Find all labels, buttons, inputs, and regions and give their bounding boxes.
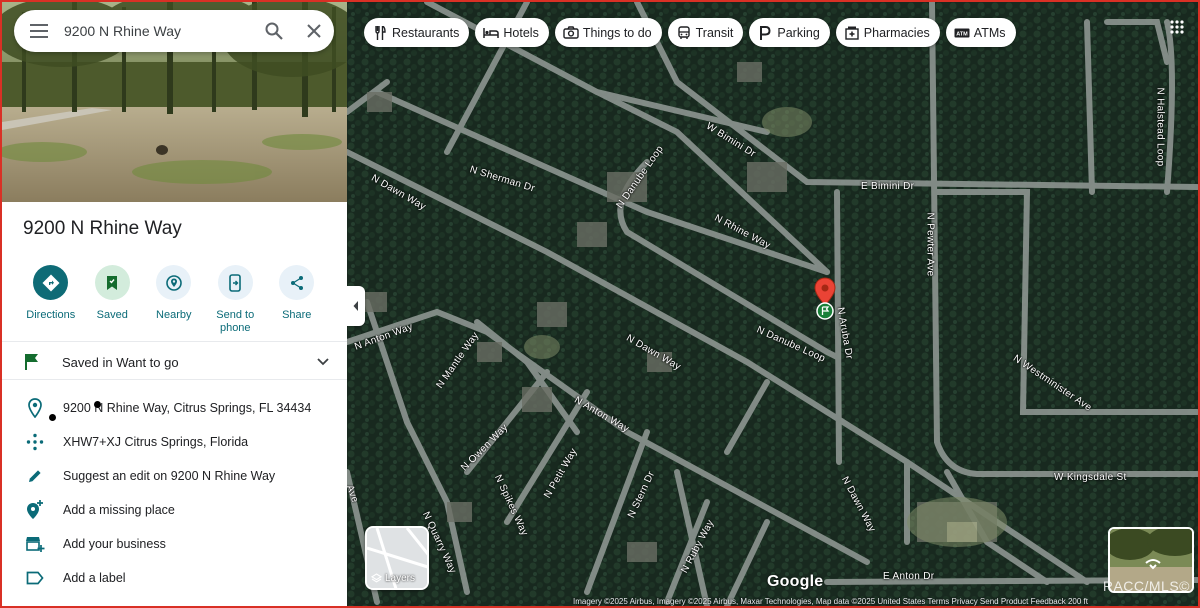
location-pin-icon [24,397,46,419]
annotation-dot [49,414,56,421]
chip-parking[interactable]: Parking [749,18,830,47]
pharmacy-icon [844,25,860,41]
close-icon[interactable] [294,10,334,52]
google-logo: Google [767,573,824,590]
send-to-phone-button[interactable]: Send to phone [205,265,267,335]
parking-icon [757,25,773,41]
label-icon [24,567,46,589]
add-business-icon [24,533,46,555]
satellite-map[interactable]: N Sherman Dr N Dawn Way N Dawn Way N Daw… [347,2,1198,606]
search-icon[interactable] [254,10,294,52]
add-missing-place-row[interactable]: Add a missing place [24,499,334,521]
road-label: N Halstead Loop [1154,87,1166,167]
chip-transit[interactable]: Transit [667,18,744,47]
search-box [14,10,334,52]
layers-button[interactable]: Layers [365,526,429,590]
directions-button[interactable]: Directions [20,265,82,335]
action-bar: Directions Saved Nearby Send to phone Sh… [20,265,328,335]
add-business-text: Add your business [63,537,166,551]
directions-icon [33,265,69,300]
camera-icon [563,25,579,41]
svg-text:ATM: ATM [956,31,968,37]
layers-label-wrap: Layers [371,573,415,584]
layers-label: Layers [385,573,416,584]
pencil-icon [24,465,46,487]
apps-grid-icon[interactable] [1170,20,1184,39]
add-label-row[interactable]: Add a label [24,567,334,589]
nearby-button[interactable]: Nearby [143,265,205,335]
chip-restaurants[interactable]: Restaurants [364,18,470,47]
red-pin-icon [814,277,836,320]
bus-icon [676,25,692,41]
category-chips: Restaurants Hotels Things to do Transit … [364,18,1022,47]
directions-label: Directions [26,309,76,321]
chip-things-to-do[interactable]: Things to do [554,18,662,47]
road-label: E Anton Dr [883,571,935,582]
mls-watermark: RACC/MLS© [1102,578,1190,594]
chip-pharmacies[interactable]: Pharmacies [835,18,940,47]
share-icon [279,265,315,300]
chip-label: Pharmacies [863,25,930,40]
saved-label: Saved [96,309,128,321]
divider [2,341,347,342]
atm-icon: ATM [954,25,970,41]
layers-icon [371,573,382,583]
satellite-imagery [347,2,1198,606]
plus-code-row[interactable]: XHW7+XJ Citrus Springs, Florida [24,431,334,453]
chip-atms[interactable]: ATM ATMs [945,18,1016,47]
add-location-icon [24,499,46,521]
flag-icon [25,354,38,370]
suggest-edit-text: Suggest an edit on 9200 N Rhine Way [63,469,276,483]
chip-label: Things to do [582,25,652,40]
place-panel: 9200 N Rhine Way Directions Saved Nearby… [2,2,347,606]
map-attribution[interactable]: Imagery ©2025 Airbus, Imagery ©2025 Airb… [573,597,1088,606]
saved-button[interactable]: Saved [82,265,144,335]
suggest-edit-row[interactable]: Suggest an edit on 9200 N Rhine Way [24,465,334,487]
nearby-icon [156,265,192,300]
bed-icon [483,25,500,41]
plus-code-icon [24,431,46,453]
menu-icon[interactable] [14,10,64,52]
add-missing-place-text: Add a missing place [63,503,175,517]
chevron-down-icon[interactable] [317,358,329,366]
bookmark-icon [94,265,130,300]
chip-label: Restaurants [392,25,460,40]
chip-label: ATMs [973,25,1006,40]
chip-label: Transit [695,25,734,40]
send-to-phone-icon [217,265,253,300]
collapse-panel-button[interactable] [347,286,365,326]
chevron-left-icon [353,301,358,311]
chip-hotels[interactable]: Hotels [475,18,549,47]
chip-label: Hotels [503,25,539,40]
fork-knife-icon [372,25,388,41]
share-button[interactable]: Share [266,265,328,335]
nearby-label: Nearby [156,309,192,321]
plus-code-text: XHW7+XJ Citrus Springs, Florida [63,435,249,449]
saved-list-row[interactable]: Saved in Want to go [24,351,329,373]
add-business-row[interactable]: Add your business [24,533,334,555]
address-row[interactable]: 9200 N Rhine Way, Citrus Springs, FL 344… [24,397,334,419]
share-label: Share [282,309,312,321]
chip-label: Parking [777,25,820,40]
saved-list-label: Saved in Want to go [62,354,179,370]
add-label-text: Add a label [63,571,126,585]
send-to-phone-label: Send to phone [216,309,255,334]
place-title: 9200 N Rhine Way [23,218,182,239]
divider [2,379,347,380]
annotation-dot [94,401,101,408]
road-label: E Bimini Dr [861,181,915,192]
location-pin[interactable] [813,277,837,326]
search-input[interactable] [64,23,254,39]
road-label: W Kingsdale St [1054,472,1127,483]
road-label: N Pewter Ave [924,212,936,277]
